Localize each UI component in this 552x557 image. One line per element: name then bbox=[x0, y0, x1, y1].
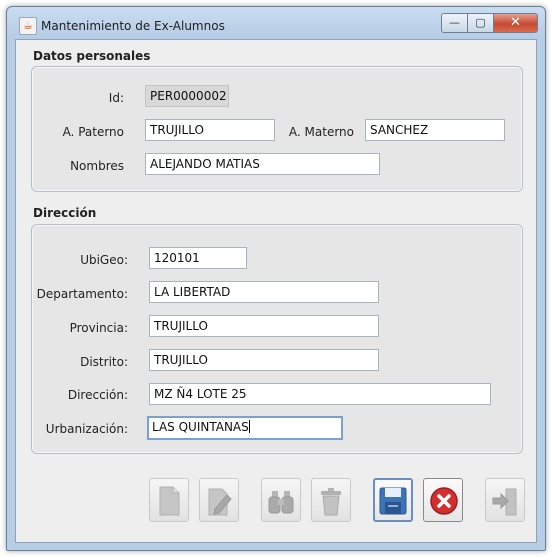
edit-button[interactable] bbox=[199, 478, 239, 522]
main-window: ☕ Mantenimiento de Ex-Alumnos — ▢ ✕ Dato… bbox=[6, 6, 546, 551]
minimize-button[interactable]: — bbox=[441, 13, 468, 33]
a-materno-label: A. Materno bbox=[288, 125, 354, 139]
section-title-datos-personales: Datos personales bbox=[33, 49, 151, 63]
delete-button[interactable] bbox=[311, 478, 351, 522]
save-button[interactable] bbox=[373, 478, 413, 522]
window-title: Mantenimiento de Ex-Alumnos bbox=[41, 19, 225, 33]
binoculars-search-icon bbox=[268, 491, 294, 514]
a-paterno-label: A. Paterno bbox=[62, 125, 124, 139]
exit-button[interactable] bbox=[485, 478, 525, 522]
nombres-field[interactable]: ALEJANDO MATIAS bbox=[145, 153, 380, 175]
departamento-field[interactable]: LA LIBERTAD bbox=[149, 281, 379, 303]
nombres-label: Nombres bbox=[70, 159, 124, 173]
direccion-field[interactable]: MZ Ñ4 LOTE 25 bbox=[149, 383, 491, 405]
a-materno-field[interactable]: SANCHEZ bbox=[365, 119, 505, 141]
section-title-direccion: Dirección bbox=[33, 206, 97, 220]
a-paterno-field[interactable]: TRUJILLO bbox=[145, 119, 275, 141]
exit-door-icon bbox=[492, 488, 517, 516]
window-controls: — ▢ ✕ bbox=[441, 13, 538, 33]
search-button[interactable] bbox=[261, 478, 301, 522]
cancel-button[interactable] bbox=[423, 478, 463, 522]
new-document-icon bbox=[159, 486, 180, 516]
content-pane: Datos personales Id: PER0000002 A. Pater… bbox=[15, 39, 537, 543]
trash-can-icon bbox=[321, 488, 341, 516]
urbanizacion-field[interactable]: LAS QUINTANAS bbox=[147, 416, 343, 440]
urbanizacion-value: LAS QUINTANAS bbox=[152, 420, 249, 434]
red-cancel-icon bbox=[430, 487, 458, 515]
text-caret bbox=[248, 420, 250, 433]
ubigeo-label: UbiGeo: bbox=[80, 253, 128, 267]
close-button[interactable]: ✕ bbox=[494, 13, 538, 33]
java-cup-icon: ☕ bbox=[19, 17, 37, 35]
title-bar[interactable]: ☕ Mantenimiento de Ex-Alumnos — ▢ ✕ bbox=[7, 7, 545, 37]
urbanizacion-label: Urbanización: bbox=[45, 422, 128, 436]
departamento-label: Departamento: bbox=[36, 287, 128, 301]
distrito-label: Distrito: bbox=[80, 355, 128, 369]
distrito-field[interactable]: TRUJILLO bbox=[149, 349, 379, 371]
edit-pencil-icon bbox=[208, 488, 232, 516]
provincia-label: Provincia: bbox=[69, 321, 128, 335]
provincia-field[interactable]: TRUJILLO bbox=[149, 315, 379, 337]
direccion-label: Dirección: bbox=[67, 388, 128, 402]
floppy-disk-save-icon bbox=[379, 487, 407, 515]
new-button[interactable] bbox=[149, 478, 189, 522]
id-label: Id: bbox=[108, 91, 124, 105]
ubigeo-field[interactable]: 120101 bbox=[149, 247, 247, 269]
maximize-button[interactable]: ▢ bbox=[468, 13, 494, 33]
id-field: PER0000002 bbox=[145, 85, 229, 107]
